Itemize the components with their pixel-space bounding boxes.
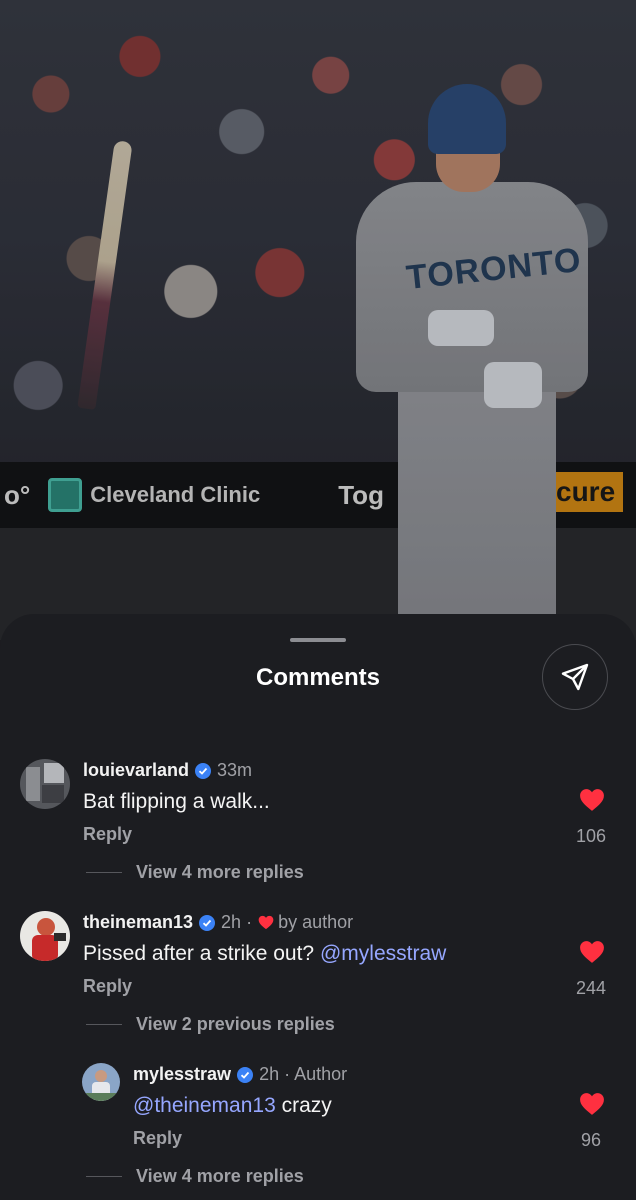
view-more-replies[interactable]: View 4 more replies: [86, 1166, 304, 1187]
divider-line: [86, 1176, 122, 1177]
verified-badge-icon: [237, 1066, 254, 1083]
like-count: 96: [580, 1130, 602, 1150]
comment-body: crazy: [281, 1094, 332, 1117]
comment-body: Bat flipping a walk...: [83, 790, 270, 813]
comment-text: @theineman13 crazy: [133, 1094, 332, 1118]
avatar[interactable]: [20, 911, 70, 961]
heart-icon[interactable]: [579, 788, 605, 812]
username[interactable]: theineman13: [83, 912, 193, 933]
verified-badge-icon: [199, 914, 216, 931]
comment-body: Pissed after a strike out?: [83, 942, 315, 965]
reply-button[interactable]: Reply: [133, 1128, 182, 1149]
by-author-label: by author: [278, 912, 354, 932]
reply-button[interactable]: Reply: [83, 824, 132, 845]
mention-link[interactable]: @mylesstraw: [320, 942, 446, 965]
like-count: 106: [575, 826, 607, 846]
mention-link[interactable]: @theineman13: [133, 1094, 276, 1117]
comment-meta: louievarland 33m: [83, 760, 252, 781]
username[interactable]: mylesstraw: [133, 1064, 231, 1085]
reply-button[interactable]: Reply: [83, 976, 132, 997]
heart-icon: [258, 915, 274, 930]
comment-time: 33m: [217, 760, 253, 780]
comment-time: 2h · Author: [259, 1064, 348, 1084]
photo-dim-overlay: [0, 0, 636, 640]
share-button[interactable]: [542, 644, 608, 710]
post-photo: o° Cleveland Clinic Tog cure TORONTO: [0, 0, 636, 640]
view-previous-replies[interactable]: View 2 previous replies: [86, 1014, 335, 1035]
divider-line: [86, 872, 122, 873]
comment-meta: theineman13 2h · by author: [83, 912, 353, 933]
comments-sheet: Comments louievarland 33m Bat flipping a…: [0, 614, 636, 1200]
like-count: 244: [575, 978, 607, 998]
view-more-label[interactable]: View 2 previous replies: [136, 1014, 335, 1035]
sheet-title: Comments: [255, 664, 381, 691]
view-more-label[interactable]: View 4 more replies: [136, 1166, 304, 1187]
view-more-label[interactable]: View 4 more replies: [136, 862, 304, 883]
comment-text: Pissed after a strike out? @mylesstraw: [83, 942, 446, 966]
divider-line: [86, 1024, 122, 1025]
heart-icon[interactable]: [579, 940, 605, 964]
avatar[interactable]: [20, 759, 70, 809]
heart-icon[interactable]: [579, 1092, 605, 1116]
drag-handle[interactable]: [290, 638, 346, 642]
view-more-replies[interactable]: View 4 more replies: [86, 862, 304, 883]
verified-badge-icon: [195, 762, 212, 779]
username[interactable]: louievarland: [83, 760, 189, 781]
avatar[interactable]: [82, 1063, 120, 1101]
comment-meta: mylesstraw 2h · Author: [133, 1064, 347, 1085]
comment-time: 2h ·: [221, 912, 253, 932]
comment-text: Bat flipping a walk...: [83, 790, 270, 814]
send-icon: [561, 663, 589, 691]
